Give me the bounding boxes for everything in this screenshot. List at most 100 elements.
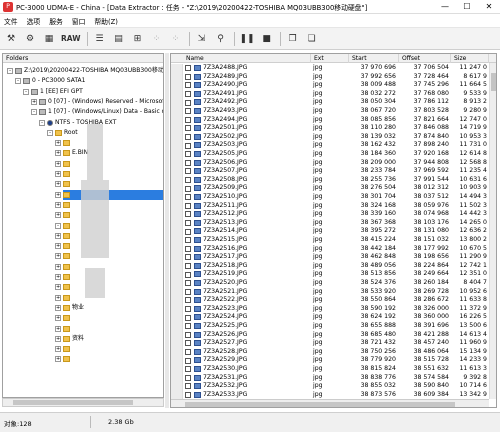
row-selector[interactable]	[171, 339, 183, 348]
expand-icon[interactable]: +	[55, 263, 61, 270]
file-checkbox[interactable]	[185, 125, 191, 132]
file-checkbox[interactable]	[185, 237, 191, 244]
expand-icon[interactable]: +	[55, 212, 61, 219]
file-list-horizontal-scrollbar[interactable]	[171, 399, 489, 407]
tree-node[interactable]: +	[55, 313, 72, 323]
file-checkbox[interactable]	[185, 383, 191, 390]
tree-node[interactable]: +	[55, 272, 72, 282]
row-selector[interactable]	[171, 115, 183, 125]
column-size[interactable]: Size	[451, 54, 489, 63]
row-selector[interactable]	[171, 158, 183, 168]
expand-icon[interactable]: +	[31, 98, 37, 105]
collapse-icon[interactable]: -	[31, 109, 37, 116]
tree-node[interactable]: +	[55, 262, 72, 272]
file-checkbox[interactable]	[185, 91, 191, 98]
file-row[interactable]: 7Z3A2492.JPG jpg 38 050 304 37 786 112 8 913…	[171, 98, 489, 107]
file-row[interactable]: 7Z3A2502.JPG jpg 38 139 032 37 874 840 10 95…	[171, 132, 489, 142]
tree-node[interactable]: +0 [07] - (Windows) Reserved - Microsoft…	[31, 97, 163, 107]
row-selector[interactable]	[171, 382, 183, 391]
file-checkbox[interactable]	[185, 280, 191, 287]
file-row[interactable]: 7Z3A2501.JPG jpg 38 110 280 37 846 088 14 71…	[171, 124, 489, 133]
file-row[interactable]: 7Z3A2518.JPG jpg 38 489 056 38 224 864 12 74…	[171, 261, 489, 271]
expand-icon[interactable]: +	[55, 191, 61, 198]
expand-icon[interactable]: +	[55, 325, 61, 332]
file-checkbox[interactable]	[185, 366, 191, 373]
tree-node[interactable]: -	[55, 221, 72, 231]
row-selector[interactable]	[171, 141, 183, 150]
file-checkbox[interactable]	[185, 185, 191, 192]
bike-icon[interactable]: ⚲	[214, 31, 228, 47]
menu-help[interactable]: 帮助(Z)	[94, 16, 118, 26]
row-selector[interactable]	[171, 244, 183, 254]
hdd-icon[interactable]: ▤	[112, 31, 126, 47]
collapse-icon[interactable]: -	[15, 78, 21, 85]
tree-node[interactable]: +	[55, 293, 72, 303]
selected-tree-row[interactable]	[63, 190, 163, 200]
file-row[interactable]: 7Z3A2507.JPG jpg 38 233 784 37 969 592 11 23…	[171, 167, 489, 176]
tree-node[interactable]: +	[55, 251, 72, 261]
file-checkbox[interactable]	[185, 254, 191, 261]
row-selector[interactable]	[171, 124, 183, 133]
file-row[interactable]: 7Z3A2523.JPG jpg 38 590 192 38 326 000 11 37…	[171, 304, 489, 314]
expand-icon[interactable]: +	[55, 346, 61, 353]
expand-icon[interactable]: +	[55, 201, 61, 208]
column-name[interactable]: Name	[183, 54, 311, 63]
file-checkbox[interactable]	[185, 151, 191, 158]
blocks-icon[interactable]: ⁘	[169, 31, 183, 47]
file-checkbox[interactable]	[185, 357, 191, 364]
collapse-icon[interactable]: -	[7, 68, 13, 74]
row-selector[interactable]	[171, 227, 183, 236]
pause-icon[interactable]: ❚❚	[240, 31, 255, 47]
tree-node[interactable]: +	[55, 354, 72, 364]
tools-icon[interactable]: ⚒	[4, 31, 18, 47]
tree-node[interactable]: +	[55, 241, 72, 251]
tree-icon[interactable]: ⊞	[131, 31, 145, 47]
row-selector[interactable]	[171, 365, 183, 374]
file-checkbox[interactable]	[185, 297, 191, 304]
file-checkbox[interactable]	[185, 331, 191, 338]
export-icon[interactable]: ⇲	[195, 31, 209, 47]
file-row[interactable]: 7Z3A2509.JPG jpg 38 276 504 38 012 312 10 90…	[171, 184, 489, 193]
file-checkbox[interactable]	[185, 392, 191, 399]
file-checkbox[interactable]	[185, 263, 191, 270]
file-row[interactable]: 7Z3A2488.JPG jpg 37 970 696 37 706 504 11 24…	[171, 64, 489, 73]
file-row[interactable]: 7Z3A2516.JPG jpg 38 442 184 38 177 992 10 67…	[171, 244, 489, 254]
tree-node[interactable]: +	[55, 282, 72, 292]
column-offset[interactable]: Offset	[399, 54, 451, 63]
expand-icon[interactable]: +	[55, 140, 61, 147]
file-row[interactable]: 7Z3A2519.JPG jpg 38 513 856 38 249 664 12 35…	[171, 270, 489, 279]
file-checkbox[interactable]	[185, 306, 191, 313]
file-row[interactable]: 7Z3A2531.JPG jpg 38 838 776 38 574 584 9 392…	[171, 373, 489, 383]
row-selector[interactable]	[171, 201, 183, 211]
collapse-icon[interactable]: -	[39, 119, 45, 126]
tree-node[interactable]: +	[55, 200, 72, 210]
tree-node[interactable]: - NTFS - TOSHIBA EXT	[39, 118, 116, 128]
tree-node[interactable]: - 0 - PC3000 SATA1	[15, 76, 85, 86]
row-selector[interactable]	[171, 184, 183, 193]
row-selector[interactable]	[171, 72, 183, 82]
file-checkbox[interactable]	[185, 374, 191, 381]
row-selector[interactable]	[171, 89, 183, 99]
row-selector[interactable]	[171, 150, 183, 159]
file-row[interactable]: 7Z3A2506.JPG jpg 38 209 000 37 944 808 12 56…	[171, 158, 489, 168]
tree-node[interactable]: +	[55, 169, 72, 179]
sectors-icon[interactable]: ▦	[42, 31, 56, 47]
tree-node[interactable]: + 物业	[55, 303, 84, 313]
expand-icon[interactable]: +	[55, 274, 61, 280]
gear-icon[interactable]: ⚙	[23, 31, 37, 47]
row-selector[interactable]	[171, 356, 183, 365]
stop-icon[interactable]: ■	[260, 31, 274, 47]
row-selector[interactable]	[171, 313, 183, 322]
file-checkbox[interactable]	[185, 288, 191, 295]
minimize-button[interactable]: —	[434, 0, 456, 14]
row-selector[interactable]	[171, 167, 183, 176]
file-row[interactable]: 7Z3A2514.JPG jpg 38 395 272 38 131 080 12 63…	[171, 227, 489, 236]
expand-icon[interactable]: +	[55, 315, 61, 322]
expand-icon[interactable]: +	[55, 243, 61, 250]
map-icon[interactable]: ⁘	[150, 31, 164, 47]
file-row[interactable]: 7Z3A2532.JPG jpg 38 855 032 38 590 840 10 71…	[171, 382, 489, 391]
file-checkbox[interactable]	[185, 99, 191, 106]
file-checkbox[interactable]	[185, 159, 191, 166]
file-row[interactable]: 7Z3A2522.JPG jpg 38 550 864 38 286 672 11 63…	[171, 296, 489, 305]
row-selector[interactable]	[171, 64, 183, 73]
